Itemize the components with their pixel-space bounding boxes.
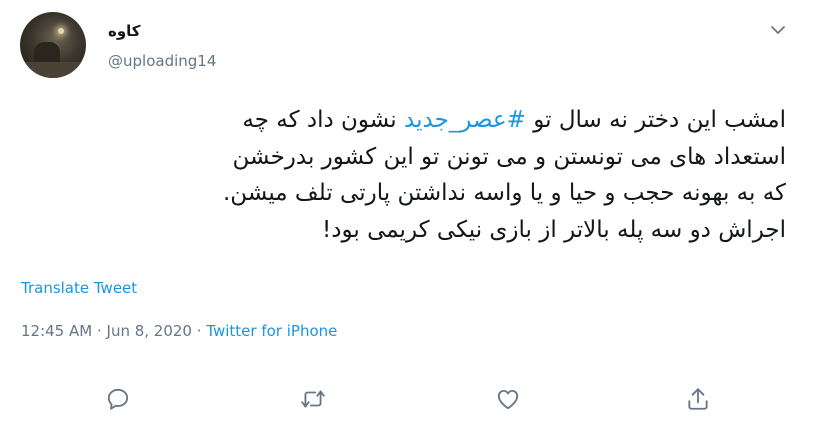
tweet-line-2: استعداد های می تونستن و می تونن تو این ک…	[232, 143, 786, 170]
tweet-date[interactable]: Jun 8, 2020	[107, 322, 192, 340]
tweet-line-4: اجراش دو سه پله بالاتر از بازی نیکی کریم…	[322, 216, 786, 243]
avatar-lamp	[58, 28, 64, 34]
chevron-down-icon[interactable]	[770, 22, 786, 38]
hashtag-link[interactable]: #عصر_جدید	[404, 107, 526, 133]
tweet-line-3: که به بهونه حجب و حیا و یا واسه نداشتن پ…	[223, 180, 786, 206]
reply-icon[interactable]	[103, 384, 133, 414]
translate-tweet-link[interactable]: Translate Tweet	[21, 279, 137, 297]
tweet-line-1: امشب این دختر نه سال تو #عصر_جدید نشون د…	[22, 102, 786, 139]
action-bar	[0, 384, 816, 416]
tweet-time[interactable]: 12:45 AM	[21, 322, 92, 340]
meta-separator: ·	[92, 322, 107, 340]
avatar-table	[20, 62, 86, 78]
tweet-meta: 12:45 AM · Jun 8, 2020 · Twitter for iPh…	[21, 322, 337, 340]
retweet-icon[interactable]	[298, 384, 328, 414]
tweet-line-1-start: امشب این دختر نه سال تو	[525, 107, 786, 133]
author-handle[interactable]: @uploading14	[108, 52, 216, 70]
meta-separator: ·	[191, 322, 207, 340]
tweet-source[interactable]: Twitter for iPhone	[206, 322, 337, 340]
tweet-line-1-end: نشون داد که چه	[242, 107, 405, 133]
tweet-text: امشب این دختر نه سال تو #عصر_جدید نشون د…	[22, 102, 786, 248]
share-icon[interactable]	[683, 384, 713, 414]
like-icon[interactable]	[493, 384, 523, 414]
author-name[interactable]: کاوه	[108, 22, 141, 40]
avatar[interactable]	[20, 12, 86, 78]
